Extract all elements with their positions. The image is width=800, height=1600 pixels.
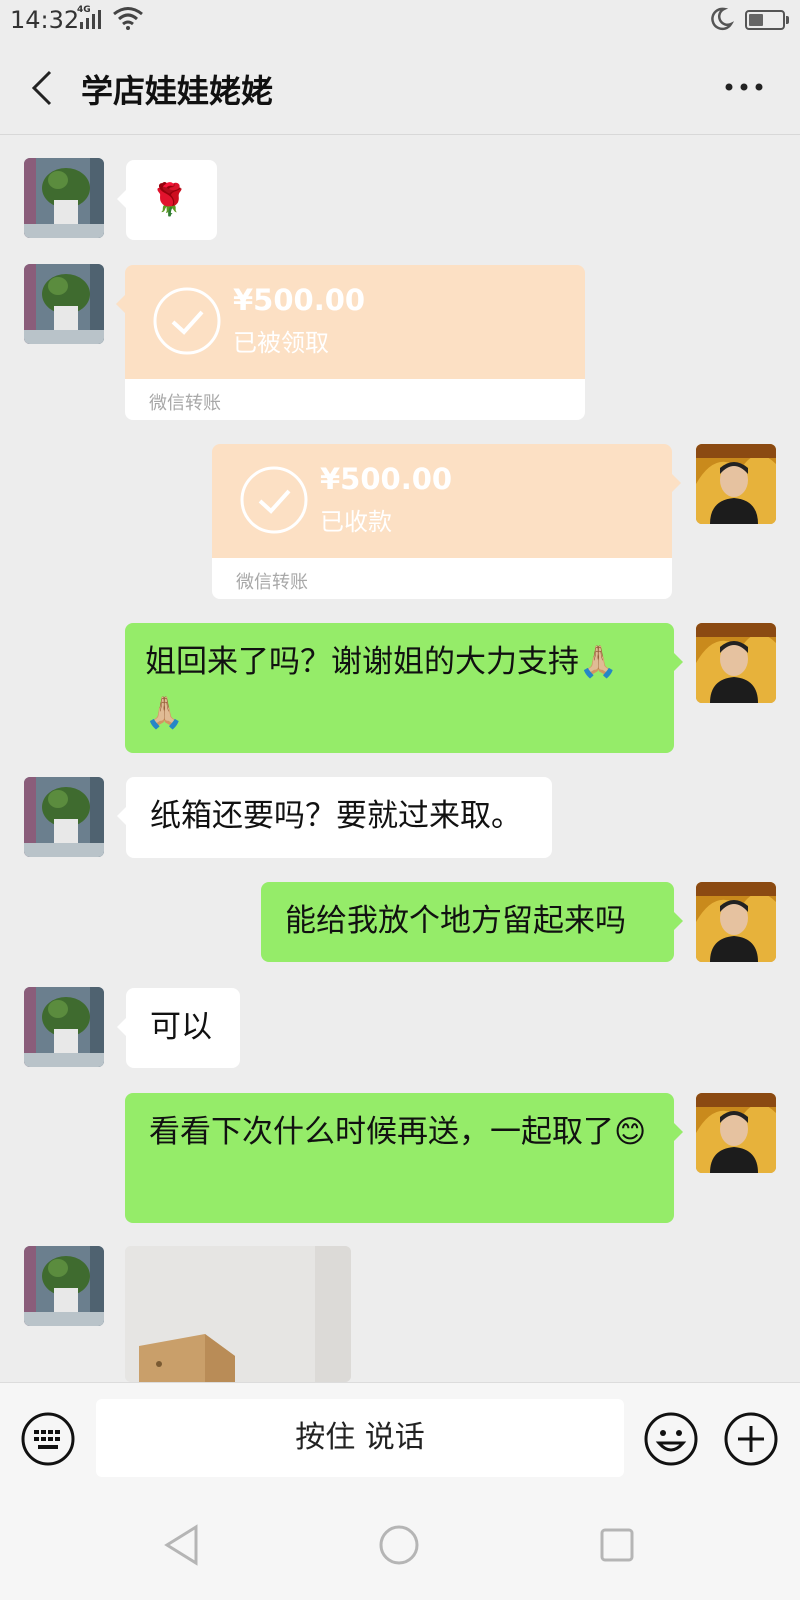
- keyboard-icon[interactable]: [20, 1411, 76, 1467]
- wifi-icon: [113, 7, 143, 30]
- nav-back-icon[interactable]: [162, 1524, 202, 1566]
- status-time: 14:32: [10, 6, 80, 34]
- nav-recent-icon[interactable]: [600, 1528, 634, 1562]
- moon-icon: [711, 7, 734, 31]
- battery-cap: [786, 16, 789, 24]
- message-bubble-in[interactable]: 可以: [117, 988, 240, 1068]
- signal-icon: [80, 10, 101, 29]
- message-bubble-in[interactable]: 纸箱还要吗？要就过来取。: [117, 777, 552, 858]
- my-avatar[interactable]: [696, 623, 776, 703]
- system-nav-bar: [0, 1492, 800, 1600]
- nav-home-icon[interactable]: [378, 1524, 420, 1566]
- check-circle-icon: [240, 466, 308, 534]
- input-bar: 按住 说话: [0, 1382, 800, 1493]
- message-text: 可以: [150, 1009, 212, 1045]
- transfer-label: 微信转账: [236, 572, 308, 593]
- message-text: 纸箱还要吗？要就过来取。: [150, 798, 522, 834]
- check-circle-icon: [153, 287, 221, 355]
- transfer-status: 已被领取: [233, 329, 329, 357]
- transfer-card-top: ¥500.00 已被领取: [116, 265, 585, 379]
- contact-avatar[interactable]: [24, 158, 104, 238]
- my-avatar[interactable]: [696, 882, 776, 962]
- message-bubble-out[interactable]: 姐回来了吗？谢谢姐的大力支持🙏🏼🙏🏼: [125, 623, 683, 753]
- emoji-icon[interactable]: [643, 1411, 699, 1467]
- message-bubble-out[interactable]: 看看下次什么时候再送，一起取了😊: [125, 1093, 683, 1223]
- message-text: 能给我放个地方留起来吗: [285, 903, 626, 939]
- transfer-card-top: ¥500.00 已收款: [212, 444, 681, 558]
- message-text: 姐回来了吗？谢谢姐的大力支持🙏🏼🙏🏼: [145, 644, 618, 731]
- message-image[interactable]: [125, 1246, 351, 1382]
- battery-icon: [745, 10, 785, 30]
- message-bubble-out[interactable]: 能给我放个地方留起来吗: [261, 882, 683, 962]
- contact-avatar[interactable]: [24, 264, 104, 344]
- transfer-card-footer: 微信转账: [212, 558, 672, 599]
- transfer-amount: ¥500.00: [233, 283, 366, 317]
- plus-icon[interactable]: [723, 1411, 779, 1467]
- transfer-amount: ¥500.00: [320, 462, 453, 496]
- message-bubble-in[interactable]: 🌹: [117, 160, 217, 240]
- hold-to-talk-button[interactable]: 按住 说话: [96, 1399, 624, 1477]
- transfer-card-out[interactable]: ¥500.00 已收款 微信转账: [212, 444, 681, 599]
- transfer-card-footer: 微信转账: [125, 379, 585, 420]
- contact-avatar[interactable]: [24, 777, 104, 857]
- message-text: 🌹: [150, 182, 189, 218]
- message-text: 看看下次什么时候再送，一起取了😊: [149, 1114, 647, 1150]
- status-bar: 14:32 4G: [0, 0, 800, 40]
- my-avatar[interactable]: [696, 444, 776, 524]
- chat-header: 学店娃娃姥姥: [0, 42, 800, 135]
- chat-title: 学店娃娃姥姥: [81, 72, 274, 110]
- chevron-left-icon[interactable]: [30, 70, 54, 106]
- transfer-card-in[interactable]: ¥500.00 已被领取 微信转账: [116, 265, 585, 420]
- contact-avatar[interactable]: [24, 1246, 104, 1326]
- transfer-status: 已收款: [320, 508, 392, 536]
- contact-avatar[interactable]: [24, 987, 104, 1067]
- transfer-label: 微信转账: [149, 393, 221, 414]
- my-avatar[interactable]: [696, 1093, 776, 1173]
- more-dots-icon[interactable]: [724, 82, 764, 92]
